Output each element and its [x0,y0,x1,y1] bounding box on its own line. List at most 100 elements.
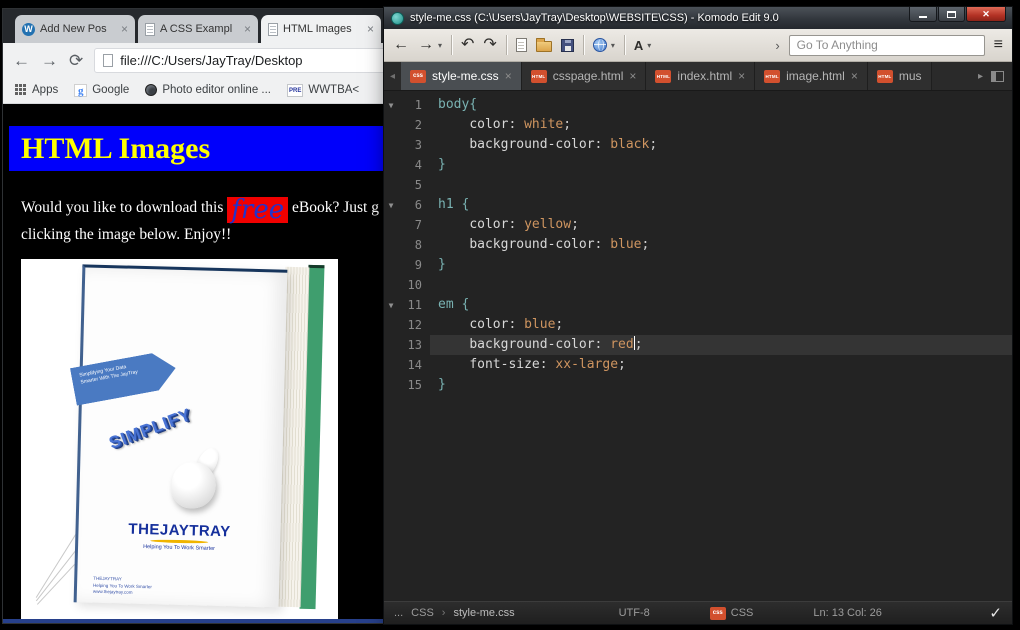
gutter-line-10[interactable]: 10 [384,275,430,295]
tab-close-icon[interactable]: × [629,69,636,83]
split-panel-icon[interactable] [991,70,1004,82]
bookmark-google[interactable]: g Google [74,83,129,97]
code-area[interactable]: body{ color: white; background-color: bl… [430,91,1012,601]
tab-close-icon[interactable]: × [738,69,745,83]
code-line-7[interactable]: color: yellow; [430,215,1012,235]
preview-dropdown-icon[interactable]: ▾ [611,41,615,50]
fold-arrow-icon[interactable]: ▼ [384,301,398,310]
gutter-line-9[interactable]: 9 [384,255,430,275]
code-line-6[interactable]: h1 { [430,195,1012,215]
browser-tab-css-example[interactable]: A CSS Exampl × [138,15,258,43]
code-line-15[interactable]: } [430,375,1012,395]
gutter-line-4[interactable]: 4 [384,155,430,175]
browser-tab-html-images[interactable]: HTML Images × [261,15,381,43]
css-file-icon: css [410,69,426,83]
code-editor[interactable]: ▼ 1 2 3 4 5 ▼ 6 7 8 9 10 ▼ 11 12 13 14 15 body{ color: wh… [384,91,1012,601]
gutter-line-8[interactable]: 8 [384,235,430,255]
fold-arrow-icon[interactable]: ▼ [384,101,398,110]
forward-icon[interactable]: → [418,37,434,53]
chevron-right-icon: › [441,607,446,619]
bookmark-photo-editor[interactable]: Photo editor online ... [145,84,271,96]
gutter-line-2[interactable]: 2 [384,115,430,135]
code-line-11[interactable]: em { [430,295,1012,315]
gutter-line-14[interactable]: 14 [384,355,430,375]
code-line-3[interactable]: background-color: black; [430,135,1012,155]
gutter-line-3[interactable]: 3 [384,135,430,155]
close-button[interactable]: ✕ [966,7,1006,22]
editor-tab-index-html[interactable]: HTML index.html × [646,62,756,90]
gutter-line-12[interactable]: 12 [384,315,430,335]
toolbar-separator [451,35,453,55]
new-file-icon[interactable] [515,38,527,52]
toolbar-separator [623,35,625,55]
bookmark-wwtba[interactable]: PRE WWTBA< [287,83,360,97]
code-line-8[interactable]: background-color: blue; [430,235,1012,255]
paragraph-line-1: Would you like to download this free eBo… [21,196,379,223]
code-line-1[interactable]: body{ [430,95,1012,115]
gutter-line-1[interactable]: ▼ 1 [384,95,430,115]
gutter-line-15[interactable]: 15 [384,375,430,395]
open-file-icon[interactable] [535,38,552,52]
statusbar-filename[interactable]: style-me.css [453,607,514,619]
minimize-button[interactable] [909,7,937,22]
pre-favicon: PRE [287,83,304,97]
tab-close-icon[interactable]: × [367,23,374,35]
tab-close-icon[interactable]: × [121,23,128,35]
redo-icon[interactable]: ↷ [483,37,496,53]
gutter-line-6[interactable]: ▼ 6 [384,195,430,215]
font-menu-icon[interactable]: A [634,38,643,53]
gutter-line-7[interactable]: 7 [384,215,430,235]
gutter-line-11[interactable]: ▼ 11 [384,295,430,315]
browser-tab-add-new-post[interactable]: W Add New Pos × [15,15,135,43]
undo-icon[interactable]: ↶ [461,37,474,53]
tab-close-icon[interactable]: × [851,69,858,83]
save-icon[interactable] [560,38,574,52]
code-line-13[interactable]: background-color: red; [430,335,1012,355]
code-line-10[interactable] [430,275,1012,295]
font-dropdown-icon[interactable]: ▾ [647,41,651,50]
maximize-button[interactable] [938,7,965,22]
paragraph-line-2: clicking the image below. Enjoy!! [21,226,232,243]
preview-browser-icon[interactable] [592,38,607,52]
toolbar-overflow-icon[interactable]: › [775,39,779,52]
komodo-titlebar[interactable]: style-me.css (C:\Users\JayTray\Desktop\W… [384,7,1012,29]
back-icon[interactable]: ← [13,52,30,69]
editor-tab-image-html[interactable]: HTML image.html × [755,62,868,90]
code-line-9[interactable]: } [430,255,1012,275]
bookmark-label: WWTBA< [308,84,360,96]
tab-close-icon[interactable]: × [244,23,251,35]
editor-tab-style-me-css[interactable]: css style-me.css × [401,62,522,90]
bookmark-apps[interactable]: Apps [15,84,58,96]
ebook-cover-image[interactable]: Simplifying Your Data Smarter With The J… [21,259,338,619]
tab-close-icon[interactable]: × [505,69,512,83]
code-line-4[interactable]: } [430,155,1012,175]
code-token: : [508,317,525,332]
code-line-14[interactable]: font-size: xx-large; [430,355,1012,375]
hamburger-menu-icon[interactable]: ≡ [994,36,1003,54]
fold-arrow-icon[interactable]: ▼ [384,201,398,210]
syntax-check-icon[interactable]: ✓ [989,604,1002,622]
code-line-2[interactable]: color: white; [430,115,1012,135]
code-token: font-size [469,357,540,372]
forward-icon[interactable]: → [41,52,58,69]
statusbar-language[interactable]: css CSS [709,606,753,620]
goto-anything-input[interactable] [788,34,985,56]
forward-dropdown-icon[interactable]: ▾ [438,41,442,50]
code-line-5[interactable] [430,175,1012,195]
minimize-icon [919,15,927,18]
gutter-line-5[interactable]: 5 [384,175,430,195]
back-icon[interactable]: ← [393,37,409,53]
statusbar-encoding[interactable]: UTF-8 [619,607,650,619]
code-token: } [438,157,446,172]
statusbar-dots[interactable]: ... [394,607,403,619]
statusbar-cursor-position[interactable]: Ln: 13 Col: 26 [813,607,882,619]
tab-scroll-left-icon[interactable]: ◂ [384,62,401,90]
book-ribbon-banner: Simplifying Your Data Smarter With The J… [70,349,179,405]
gutter-line-13[interactable]: 13 [384,335,430,355]
editor-tab-csspage-html[interactable]: HTML csspage.html × [521,62,647,90]
editor-tab-mus[interactable]: HTML mus [867,62,932,90]
refresh-icon[interactable]: ⟳ [69,52,83,69]
tab-scroll-right-icon[interactable]: ▸ [978,71,983,82]
statusbar-language-crumb[interactable]: CSS [411,607,434,619]
code-line-12[interactable]: color: blue; [430,315,1012,335]
